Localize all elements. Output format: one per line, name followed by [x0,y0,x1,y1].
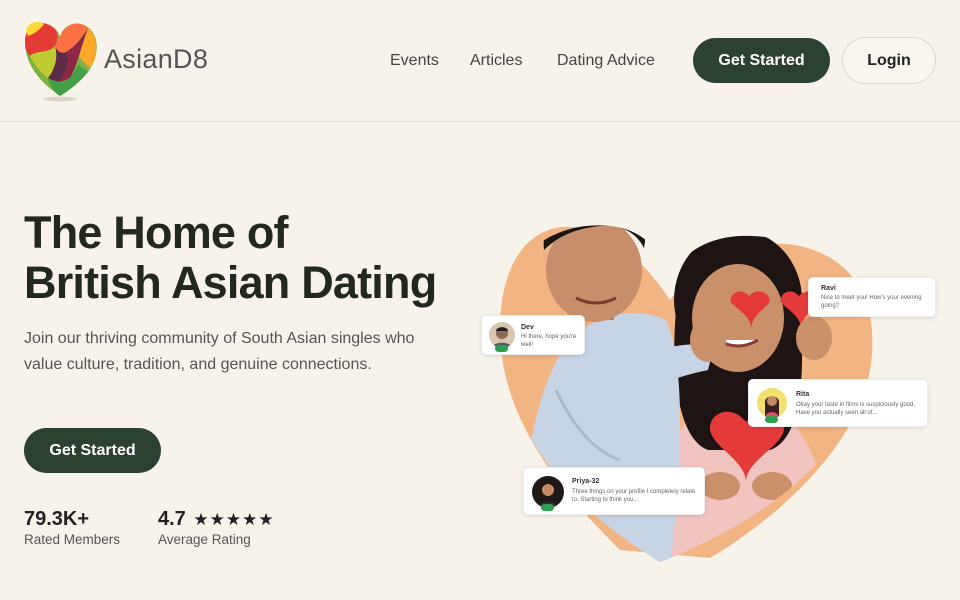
online-badge [495,345,508,352]
nav-link-articles[interactable]: Articles [470,52,522,70]
chat-card-dev[interactable]: Dev Hi there, hope you're well! [481,315,585,355]
person-icon [764,396,780,418]
heart-logo-icon[interactable] [22,16,102,104]
chat-message: Okay your taste in films is suspiciously… [796,402,916,416]
chat-message: Three things on your profile I completel… [572,489,696,503]
nav-link-dating-advice[interactable]: Dating Advice [557,52,655,70]
online-badge [765,416,778,423]
chat-card-rita[interactable]: Rita Okay your taste in films is suspici… [748,379,928,427]
rating-number: 4.7 [158,508,186,530]
chat-name: Priya-32 [572,478,600,485]
chat-name: Ravi [821,285,836,292]
chat-name: Dev [521,324,534,331]
star-rating-icon: ★★★★★ [193,510,275,529]
chat-card-priya[interactable]: Priya-32 Three things on your profile I … [523,467,705,515]
chat-card-ravi[interactable]: Ravi Nice to meet you! How's your evenin… [808,277,936,317]
chat-message: Hi there, hope you're well! [521,334,577,348]
hero-title-line-2: British Asian Dating [24,257,437,308]
brand-name[interactable]: AsianD8 [104,44,208,75]
stat-members-label: Rated Members [24,532,121,547]
online-badge [541,504,554,511]
stat-rating-label: Average Rating [158,532,251,547]
nav-link-events[interactable]: Events [390,52,439,70]
header-get-started-button[interactable]: Get Started [693,38,830,83]
hero-title-line-1: The Home of [24,207,289,258]
chat-name: Rita [796,391,810,398]
chat-message: Nice to meet you! How's your evening goi… [821,295,922,309]
stat-rating-value: 4.7 ★★★★★ [158,508,275,531]
avatar-rita [757,388,787,418]
hero-subtitle: Join our thriving community of South Asi… [24,330,415,373]
hero-get-started-button[interactable]: Get Started [24,428,161,473]
stat-members-value: 79.3K+ [24,508,90,530]
site-header: AsianD8 Events Articles Dating Advice Ge… [0,0,960,122]
login-button[interactable]: Login [842,37,936,84]
hero-title: The Home of British Asian Dating [24,208,464,308]
